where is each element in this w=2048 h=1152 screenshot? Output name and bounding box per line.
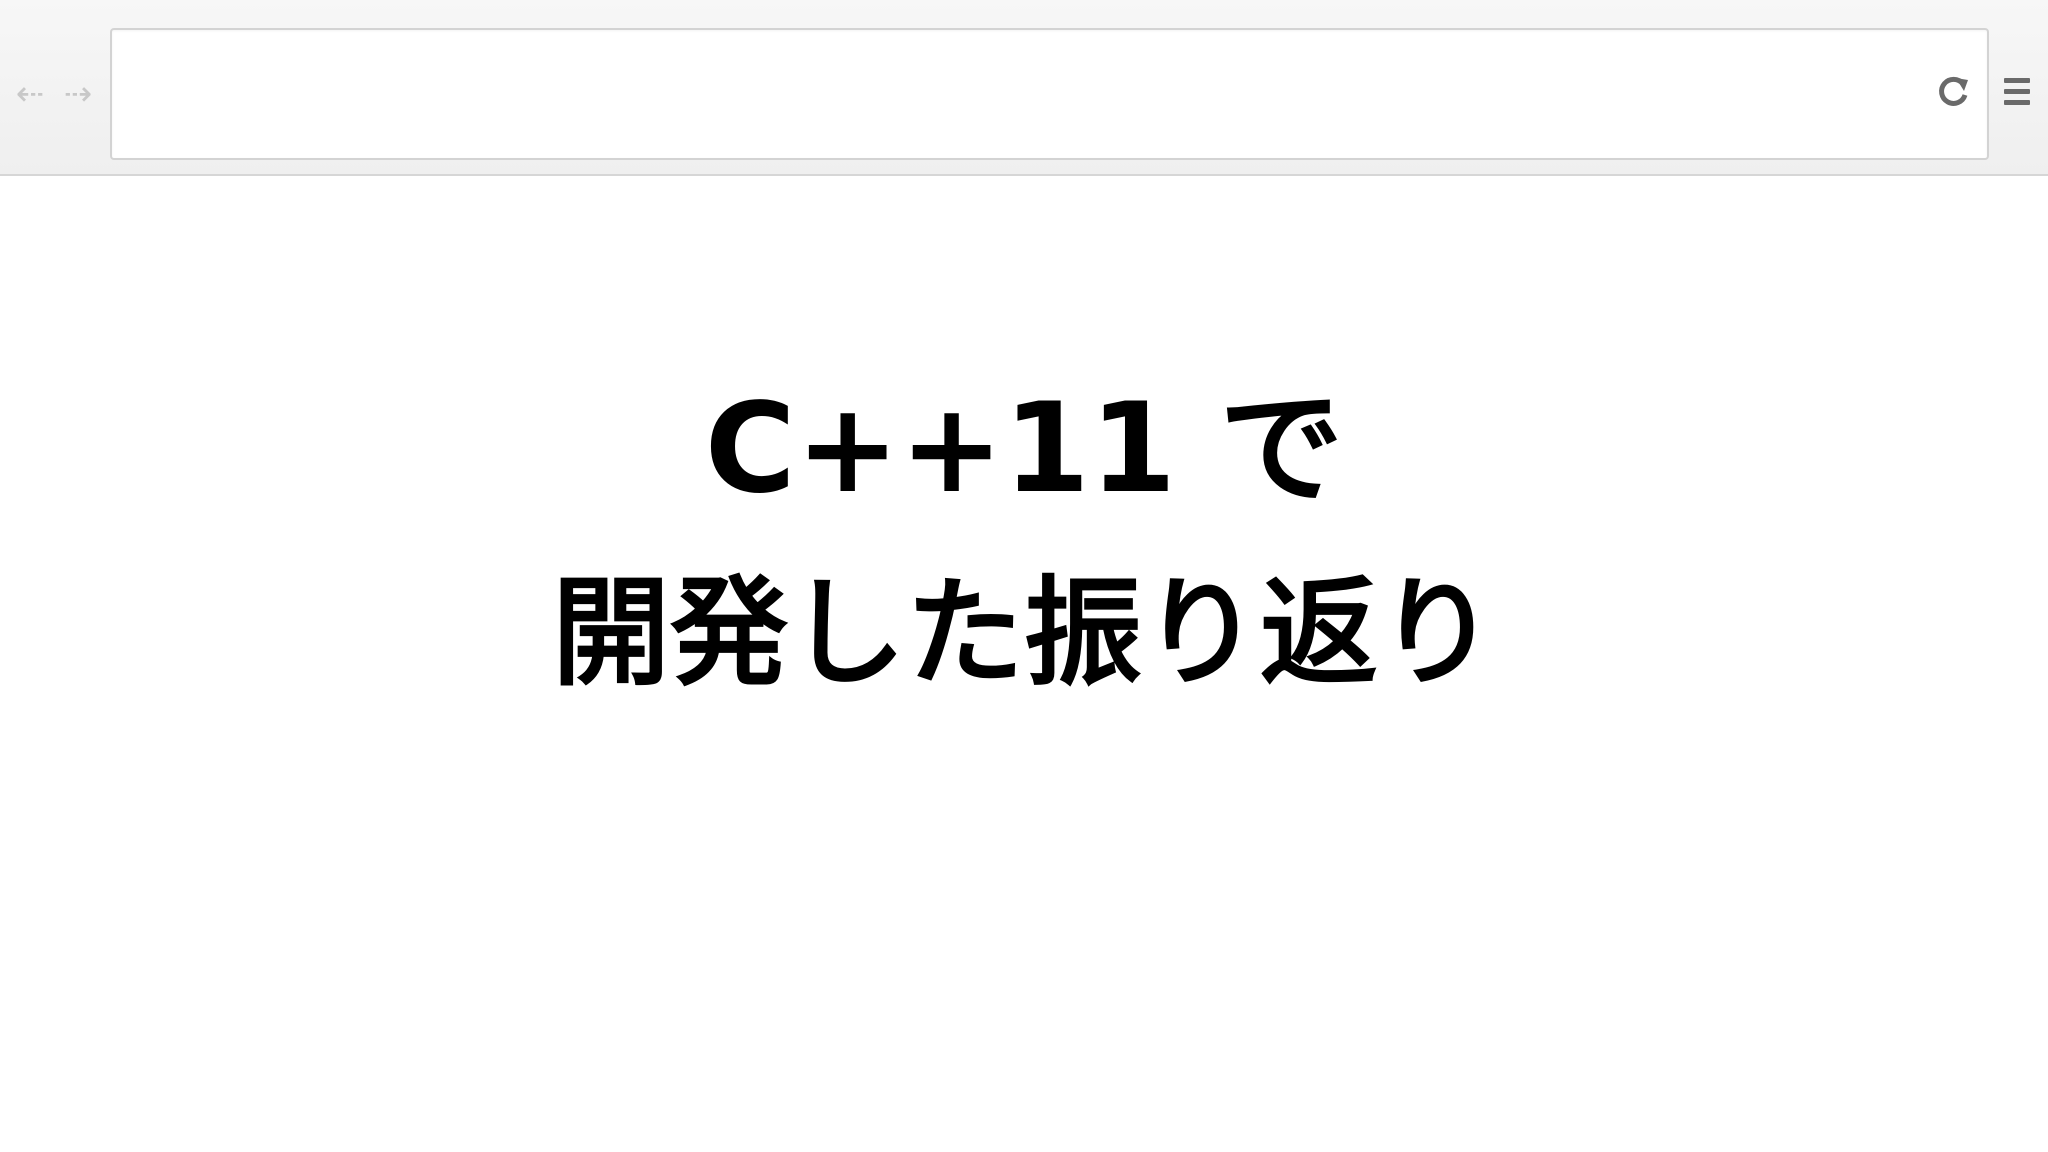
- slide-title-line-2: 開発した振り返り: [551, 564, 1496, 702]
- url-input[interactable]: [132, 30, 1916, 160]
- reload-button[interactable]: [1937, 74, 1971, 108]
- browser-toolbar: ⇠ ⇢: [0, 0, 2048, 176]
- address-bar[interactable]: [110, 28, 1989, 160]
- arrow-left-icon: ⇠: [15, 74, 45, 114]
- menu-button[interactable]: [2004, 78, 2030, 106]
- arrow-right-icon: ⇢: [63, 74, 93, 114]
- forward-button[interactable]: ⇢: [58, 74, 98, 114]
- menu-bar: [2004, 89, 2030, 94]
- reload-icon: [1939, 76, 1968, 106]
- back-button[interactable]: ⇠: [10, 74, 50, 114]
- menu-bar: [2004, 100, 2030, 105]
- page-content: C++11 で 開発した振り返り: [0, 178, 2048, 1152]
- slide-title-line-1: C++11 で: [704, 377, 1344, 521]
- menu-bar: [2004, 78, 2030, 83]
